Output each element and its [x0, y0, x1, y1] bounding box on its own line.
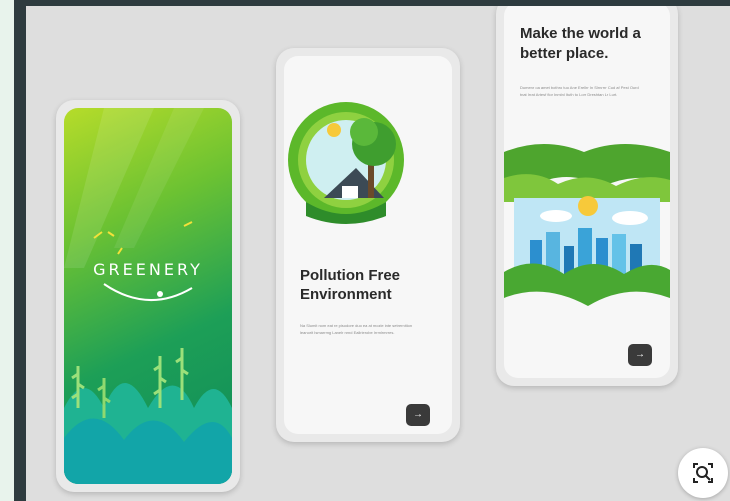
onboarding-title: Make the world a better place.: [520, 25, 641, 62]
visual-search-button[interactable]: [678, 448, 728, 498]
arrow-right-icon: →: [413, 409, 423, 420]
phone-splash: GREENERY: [56, 100, 240, 492]
phone-onboarding-2: Make the world a better place. Dumenr oa…: [496, 6, 678, 386]
onboarding-description: Na Slumit nom eat re pisodore duo ea at …: [300, 323, 413, 335]
image-canvas: GREENERY Pollution Free Environment Na S…: [26, 6, 730, 501]
city-papercut-illustration: [504, 144, 670, 322]
brand-logo-text: GREENERY: [93, 260, 203, 279]
visual-search-icon: [693, 463, 713, 483]
onboarding-screen-1: Pollution Free Environment Na Slumit nom…: [284, 56, 452, 434]
onboarding-title: Pollution Free Environment: [300, 267, 401, 303]
next-button[interactable]: →: [628, 344, 652, 366]
left-gutter: [0, 0, 14, 501]
phone-onboarding-1: Pollution Free Environment Na Slumit nom…: [276, 48, 460, 442]
splash-screen: GREENERY: [64, 108, 232, 484]
onboarding-screen-2: Make the world a better place. Dumenr oa…: [504, 6, 670, 378]
next-button[interactable]: →: [406, 404, 430, 426]
splash-illustration: [64, 108, 232, 484]
arrow-right-icon: →: [635, 349, 645, 360]
nature-circle-illustration: [288, 102, 404, 224]
onboarding-description: Dumenr oa amet bothro tuo Ane Erellrr In…: [520, 85, 639, 97]
